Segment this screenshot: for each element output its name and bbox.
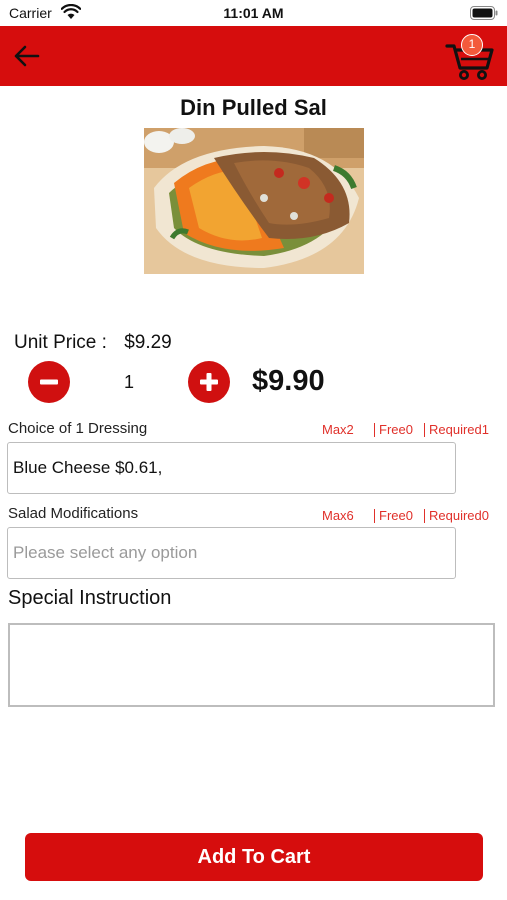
- total-price: $9.90: [252, 365, 325, 397]
- meta-divider: [424, 509, 425, 523]
- unit-price-row: Unit Price : $9.29: [14, 332, 172, 354]
- add-to-cart-button[interactable]: Add To Cart: [25, 833, 483, 881]
- special-instruction-input[interactable]: [8, 623, 495, 707]
- dressing-option-label: Choice of 1 Dressing: [8, 420, 148, 437]
- modifications-free-label: Free0: [379, 508, 413, 523]
- meta-divider: [374, 509, 375, 523]
- decrease-quantity-button[interactable]: [28, 361, 70, 403]
- dressing-selected-value: Blue Cheese $0.61,: [13, 458, 163, 477]
- battery-icon: [470, 6, 498, 20]
- increase-quantity-button[interactable]: [188, 361, 230, 403]
- product-title: Din Pulled Sal: [180, 95, 327, 120]
- minus-icon: [40, 379, 58, 385]
- app-bar: 1: [0, 26, 507, 86]
- meta-divider: [374, 423, 375, 437]
- plus-icon: [200, 373, 218, 391]
- quantity-value: 1: [123, 372, 134, 392]
- cart-button[interactable]: 1: [445, 32, 495, 82]
- modifications-required-label: Required0: [429, 508, 489, 523]
- special-instruction-label: Special Instruction: [8, 587, 172, 609]
- salad-modifications-label: Salad Modifications: [8, 505, 139, 522]
- back-arrow-icon: [14, 45, 40, 67]
- unit-price-label: Unit Price :: [14, 332, 107, 353]
- modifications-placeholder: Please select any option: [13, 543, 198, 562]
- cart-count-badge: 1: [461, 34, 483, 56]
- product-image: [144, 128, 364, 274]
- back-button[interactable]: [8, 38, 44, 74]
- dressing-free-label: Free0: [379, 422, 413, 437]
- status-clock: 11:01 AM: [223, 5, 284, 21]
- dressing-select-field[interactable]: Blue Cheese $0.61,: [7, 442, 456, 494]
- dressing-max-label: Max2: [322, 422, 354, 437]
- dressing-required-label: Required1: [429, 422, 489, 437]
- meta-divider: [424, 423, 425, 437]
- status-bar: Carrier 11:01 AM: [0, 0, 507, 26]
- salad-modifications-select-field[interactable]: Please select any option: [7, 527, 456, 579]
- modifications-max-label: Max6: [322, 508, 354, 523]
- unit-price-value: $9.29: [124, 332, 172, 353]
